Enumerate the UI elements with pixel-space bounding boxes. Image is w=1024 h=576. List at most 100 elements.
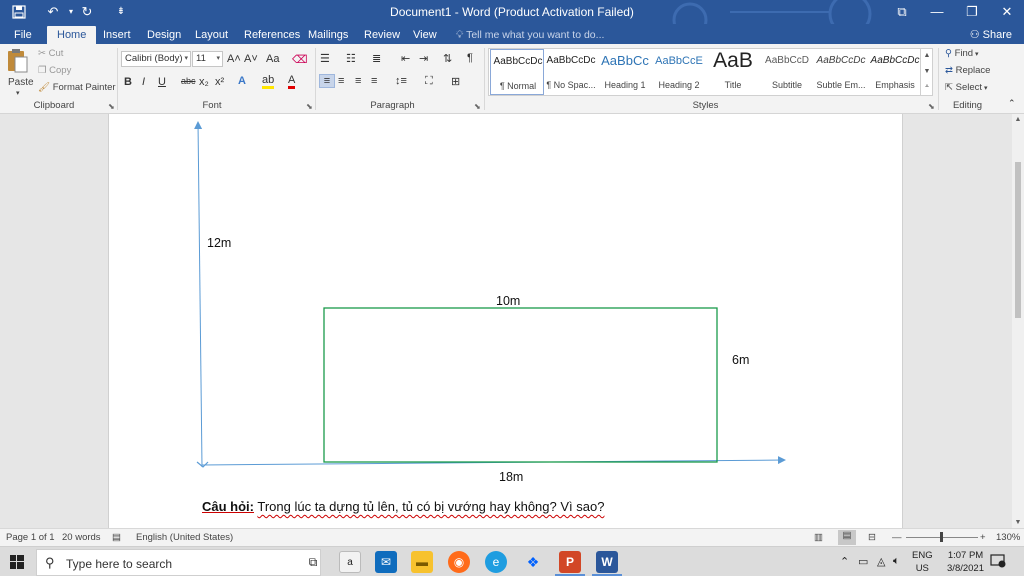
system-clock[interactable]: 1:07 PM 3/8/2021 (947, 549, 984, 575)
input-language[interactable]: ENG US (912, 549, 933, 575)
scroll-down-icon[interactable]: ▼ (1012, 519, 1024, 526)
powerpoint-icon[interactable]: P (559, 551, 581, 573)
font-launcher-icon[interactable]: ⬊ (306, 102, 313, 111)
windows-start-icon[interactable] (10, 555, 24, 569)
align-left-icon[interactable]: ≡ (319, 74, 335, 88)
chevron-up-icon[interactable]: ⌃ (840, 555, 849, 568)
tab-references[interactable]: References (236, 26, 308, 44)
edge-icon[interactable]: e (485, 551, 507, 573)
tab-layout[interactable]: Layout (187, 26, 236, 44)
shrink-font-icon[interactable]: A˅ (244, 53, 258, 65)
style-subtitle[interactable]: AaBbCcD Subtitle (760, 49, 814, 95)
superscript-button[interactable]: x² (215, 76, 224, 88)
tab-view[interactable]: View (405, 26, 445, 44)
paste-button[interactable]: Paste ▾ (6, 48, 34, 98)
style-normal[interactable]: AaBbCcDc ¶ Normal (490, 49, 544, 95)
dropbox-icon[interactable]: ❖ (522, 551, 544, 573)
close-button[interactable]: ✕ (990, 0, 1024, 24)
file-explorer-icon[interactable]: ▬ (411, 551, 433, 573)
mail-icon[interactable]: ✉ (375, 551, 397, 573)
cabinet-rectangle[interactable] (323, 307, 718, 463)
select-button[interactable]: ⇱ Select ▾ (945, 82, 987, 93)
format-painter-button[interactable]: 🖌︎ Format Painter (38, 82, 116, 93)
replace-button[interactable]: ⇄ Replace (945, 65, 990, 76)
find-button[interactable]: ⚲ Find ▾ (945, 48, 979, 59)
subscript-button[interactable]: x₂ (199, 76, 209, 88)
tab-file[interactable]: File (6, 26, 40, 44)
paragraph-launcher-icon[interactable]: ⬊ (474, 102, 481, 111)
share-button[interactable]: ⚇ Share (970, 26, 1012, 44)
change-case-icon[interactable]: Aa (266, 53, 279, 65)
style-title[interactable]: AaB Title (706, 49, 760, 95)
save-icon[interactable] (8, 3, 30, 21)
zoom-out-icon[interactable]: — (892, 532, 902, 543)
grow-font-icon[interactable]: A˄ (227, 53, 241, 65)
ribbon-display-options-icon[interactable]: ⧉ (885, 0, 919, 24)
print-layout-icon[interactable]: ▤ (838, 530, 856, 545)
chevron-up-icon[interactable]: ▲ (921, 48, 933, 64)
customize-toolbar-icon[interactable]: ⇟ (110, 3, 132, 21)
style-subtle-emphasis[interactable]: AaBbCcDc Subtle Em... (814, 49, 868, 95)
minimize-button[interactable]: — (920, 0, 954, 24)
volume-icon[interactable]: 🔈︎ (893, 555, 900, 568)
tab-review[interactable]: Review (356, 26, 408, 44)
tab-design[interactable]: Design (139, 26, 189, 44)
bullets-icon[interactable]: ☰ (320, 52, 330, 65)
collapse-ribbon-icon[interactable]: ⌃ (1008, 98, 1016, 109)
style-no-spacing[interactable]: AaBbCcDc ¶ No Spac... (544, 49, 598, 95)
zoom-in-icon[interactable]: + (980, 532, 986, 543)
zoom-level[interactable]: 130% (996, 532, 1020, 543)
scroll-up-icon[interactable]: ▲ (1012, 116, 1024, 123)
bold-button[interactable]: B (124, 76, 132, 88)
numbering-icon[interactable]: ☷ (346, 52, 356, 65)
zoom-slider-thumb[interactable] (940, 532, 943, 542)
styles-scroll[interactable]: ▲ ▼ ⩡ (920, 48, 933, 96)
style-heading-1[interactable]: AaBbCc Heading 1 (598, 49, 652, 95)
maximize-button[interactable]: ❐ (955, 0, 989, 24)
network-icon[interactable]: ◬ (877, 555, 885, 568)
line-spacing-icon[interactable]: ↕≡ (395, 75, 407, 87)
cut-button[interactable]: ✂ Cut (38, 48, 63, 59)
question-paragraph[interactable]: Câu hỏi: Trong lúc ta dựng tủ lên, tủ có… (202, 499, 604, 514)
align-center-icon[interactable]: ≡ (338, 75, 344, 87)
styles-launcher-icon[interactable]: ⬊ (928, 102, 935, 111)
italic-button[interactable]: I (142, 76, 145, 88)
page-count[interactable]: Page 1 of 1 (6, 532, 55, 543)
task-view-icon[interactable]: ⧉ (302, 551, 324, 573)
align-right-icon[interactable]: ≡ (355, 75, 361, 87)
font-color-icon[interactable]: A (288, 75, 296, 89)
clipboard-launcher-icon[interactable]: ⬊ (108, 102, 115, 111)
sort-icon[interactable]: ⇅ (443, 52, 452, 65)
vertical-axis[interactable] (194, 121, 203, 468)
copy-button[interactable]: ❐ Copy (38, 65, 71, 76)
decrease-indent-icon[interactable]: ⇤ (401, 52, 410, 65)
document-page[interactable]: 12m 10m 6m 18m Câu hỏi: Trong lúc ta dựn… (108, 114, 903, 528)
language-indicator[interactable]: English (United States) (136, 532, 233, 543)
style-emphasis[interactable]: AaBbCcDc Emphasis (868, 49, 922, 95)
amazon-icon[interactable]: a (339, 551, 361, 573)
tell-me-box[interactable]: 💡︎ Tell me what you want to do... (456, 26, 604, 44)
highlight-icon[interactable]: ab (262, 75, 275, 89)
text-effects-icon[interactable]: A (238, 75, 246, 87)
strikethrough-button[interactable]: abc (181, 76, 196, 86)
web-layout-icon[interactable]: ⊟ (868, 532, 876, 543)
redo-icon[interactable]: ↻ (76, 3, 98, 21)
more-styles-icon[interactable]: ⩡ (921, 80, 933, 94)
shading-icon[interactable]: ⛶ (425, 75, 433, 88)
font-name-combo[interactable]: Calibri (Body) ▾ (121, 51, 191, 67)
tab-insert[interactable]: Insert (95, 26, 139, 44)
justify-icon[interactable]: ≡ (371, 75, 377, 87)
style-heading-2[interactable]: AaBbCcE Heading 2 (652, 49, 706, 95)
increase-indent-icon[interactable]: ⇥ (419, 52, 428, 65)
chevron-down-icon[interactable]: ▼ (921, 64, 933, 80)
taskbar-search[interactable]: ⚲ Type here to search (36, 549, 321, 576)
multilevel-list-icon[interactable]: ≣ (372, 52, 381, 65)
vertical-scrollbar[interactable]: ▲ ▼ (1012, 114, 1024, 528)
tab-mailings[interactable]: Mailings (300, 26, 356, 44)
show-marks-button[interactable]: ¶ (467, 52, 473, 64)
borders-icon[interactable]: ⊞ (451, 75, 460, 88)
battery-icon[interactable]: ▭ (858, 555, 868, 568)
zoom-slider[interactable] (906, 532, 978, 542)
clear-formatting-icon[interactable]: ⌫ (292, 53, 308, 66)
read-mode-icon[interactable]: ▥ (814, 532, 823, 543)
